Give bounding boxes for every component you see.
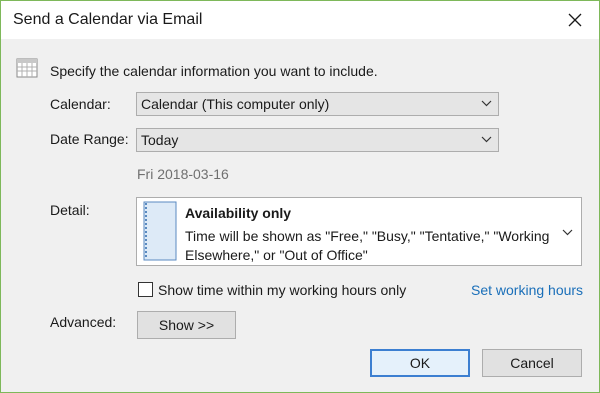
close-icon: [568, 13, 582, 27]
chevron-down-icon: [481, 100, 492, 107]
working-hours-checkbox-label[interactable]: Show time within my working hours only: [158, 282, 406, 298]
date-range-date: Fri 2018-03-16: [137, 166, 229, 182]
date-range-label: Date Range:: [50, 131, 129, 147]
date-range-dropdown-value: Today: [141, 132, 179, 148]
advanced-label: Advanced:: [50, 314, 117, 330]
cancel-button[interactable]: Cancel: [482, 349, 582, 377]
intro-text: Specify the calendar information you wan…: [50, 63, 378, 79]
detail-dropdown[interactable]: Availability only Time will be shown as …: [136, 197, 582, 266]
calendar-icon: [16, 58, 38, 78]
dialog-body: Specify the calendar information you wan…: [1, 39, 599, 392]
date-range-dropdown[interactable]: Today: [136, 128, 499, 152]
calendar-page-icon: [143, 201, 177, 261]
show-advanced-button[interactable]: Show >>: [137, 311, 236, 339]
chevron-down-icon: [481, 136, 492, 143]
send-calendar-dialog: Send a Calendar via Email Specify the ca…: [0, 0, 600, 393]
calendar-dropdown-value: Calendar (This computer only): [141, 96, 330, 112]
chevron-down-icon: [562, 229, 573, 236]
dialog-title: Send a Calendar via Email: [13, 11, 203, 28]
detail-description: Time will be shown as "Free," "Busy," "T…: [185, 228, 550, 263]
close-button[interactable]: [555, 3, 595, 37]
calendar-dropdown[interactable]: Calendar (This computer only): [136, 92, 499, 116]
working-hours-checkbox[interactable]: [138, 282, 153, 297]
detail-label: Detail:: [50, 202, 90, 218]
calendar-label: Calendar:: [50, 96, 111, 112]
set-working-hours-link[interactable]: Set working hours: [471, 282, 583, 298]
title-bar: Send a Calendar via Email: [1, 1, 599, 39]
ok-button[interactable]: OK: [370, 349, 470, 377]
detail-title: Availability only: [185, 205, 292, 221]
